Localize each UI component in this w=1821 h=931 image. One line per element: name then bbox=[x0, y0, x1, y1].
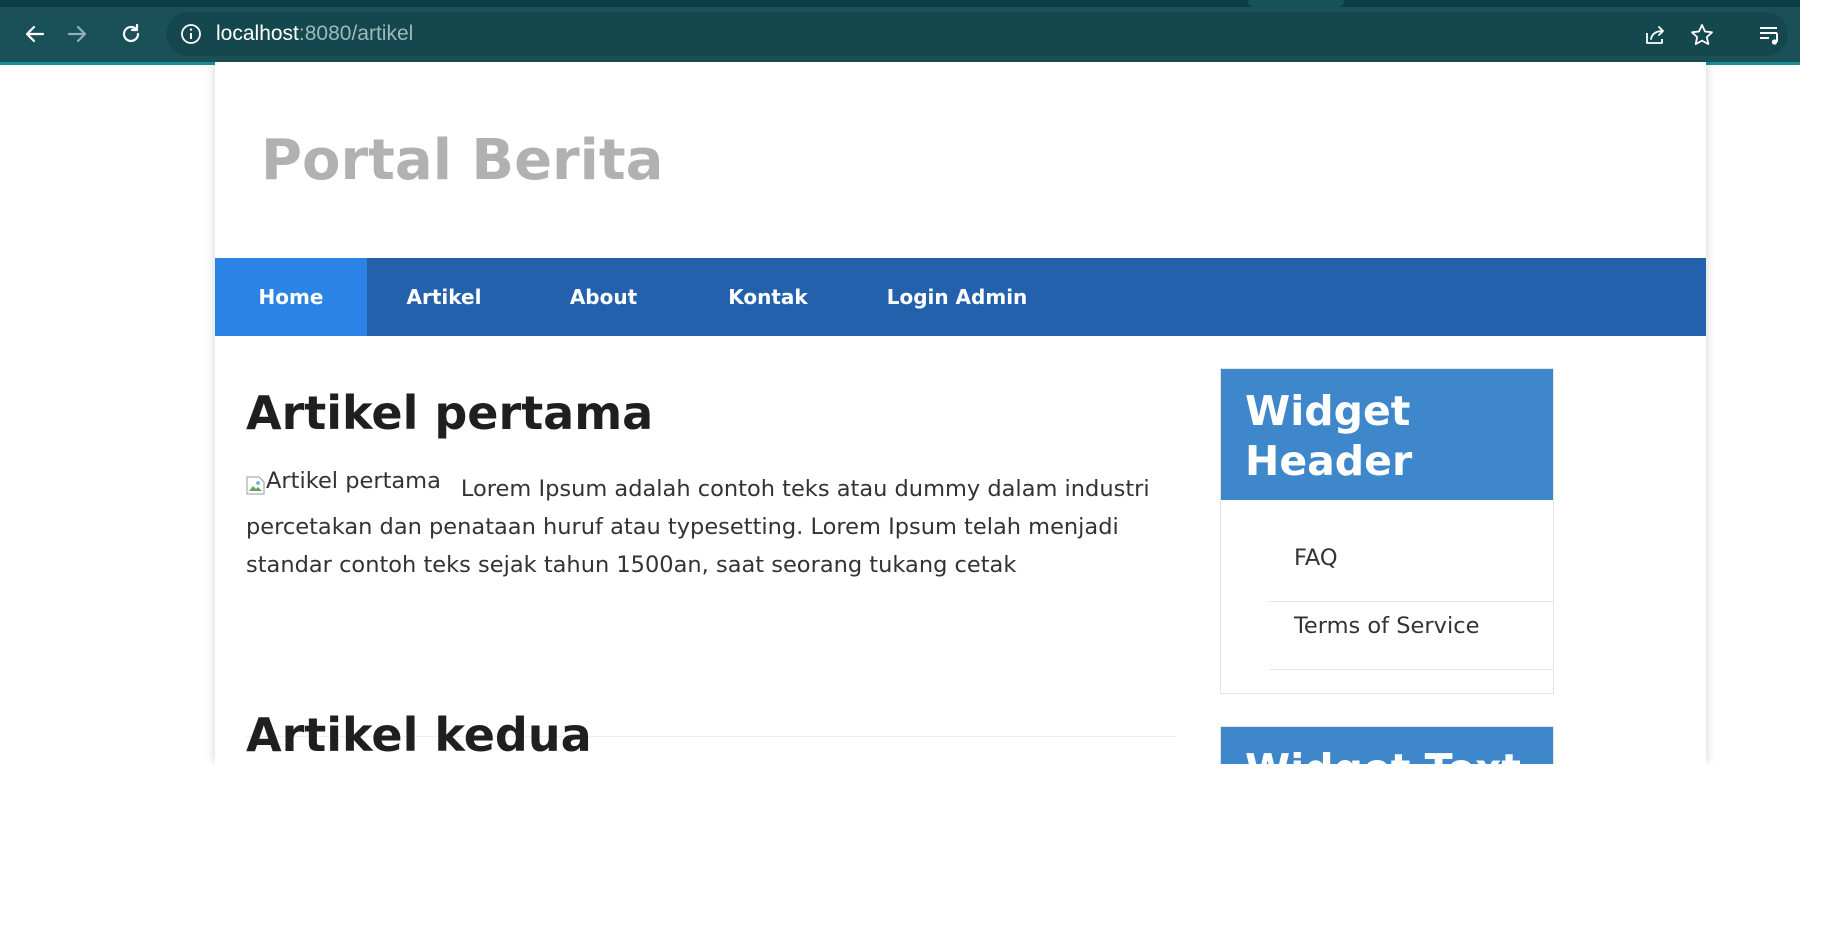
article-image-alt: Artikel pertama bbox=[266, 468, 441, 494]
terms-link[interactable]: Terms of Service bbox=[1269, 602, 1553, 639]
browser-edge bbox=[1800, 0, 1821, 62]
nav-login-admin[interactable]: Login Admin bbox=[850, 258, 1064, 336]
reading-list-icon[interactable] bbox=[1757, 22, 1783, 48]
site-title: Portal Berita bbox=[261, 128, 664, 193]
back-button[interactable] bbox=[20, 19, 50, 49]
nav-about[interactable]: About bbox=[521, 258, 686, 336]
url-path: :8080/artikel bbox=[298, 22, 414, 45]
article-title[interactable]: Artikel pertama bbox=[246, 386, 653, 440]
page-container: Portal Berita Home Artikel About Kontak … bbox=[215, 62, 1706, 764]
widget-link-list: FAQ Terms of Service bbox=[1221, 500, 1553, 670]
address-bar[interactable]: localhost:8080/artikel bbox=[166, 12, 1788, 56]
article-title[interactable]: Artikel kedua bbox=[246, 708, 592, 762]
url-host: localhost bbox=[216, 22, 299, 45]
widget-text: Widget Text bbox=[1220, 726, 1554, 764]
article-image: Artikel pertama bbox=[246, 462, 441, 500]
info-icon[interactable] bbox=[180, 23, 202, 45]
main-navbar: Home Artikel About Kontak Login Admin bbox=[215, 258, 1706, 336]
list-item: FAQ bbox=[1269, 534, 1553, 602]
blank-area bbox=[0, 764, 1821, 931]
back-arrow-icon bbox=[25, 25, 45, 43]
url-text[interactable]: localhost:8080/artikel bbox=[216, 22, 413, 46]
widget-links: Widget Header FAQ Terms of Service bbox=[1220, 368, 1554, 694]
share-icon[interactable] bbox=[1642, 22, 1668, 48]
browser-tab-strip bbox=[0, 0, 1800, 7]
faq-link[interactable]: FAQ bbox=[1269, 534, 1553, 571]
list-item: Terms of Service bbox=[1269, 602, 1553, 670]
reload-button[interactable] bbox=[116, 19, 146, 49]
widget-header: Widget Header bbox=[1221, 369, 1553, 500]
reload-icon bbox=[122, 23, 140, 43]
widget-header: Widget Text bbox=[1221, 727, 1553, 764]
nav-kontak[interactable]: Kontak bbox=[686, 258, 850, 336]
nav-home[interactable]: Home bbox=[215, 258, 367, 336]
browser-toolbar: localhost:8080/artikel bbox=[0, 7, 1800, 65]
forward-arrow-icon bbox=[67, 25, 87, 43]
browser-active-tab[interactable] bbox=[1248, 0, 1344, 7]
forward-button[interactable] bbox=[62, 19, 92, 49]
star-icon[interactable] bbox=[1689, 22, 1715, 48]
article-body: Artikel pertama Lorem Ipsum adalah conto… bbox=[246, 462, 1171, 584]
broken-image-icon bbox=[246, 470, 266, 495]
nav-artikel[interactable]: Artikel bbox=[367, 258, 521, 336]
